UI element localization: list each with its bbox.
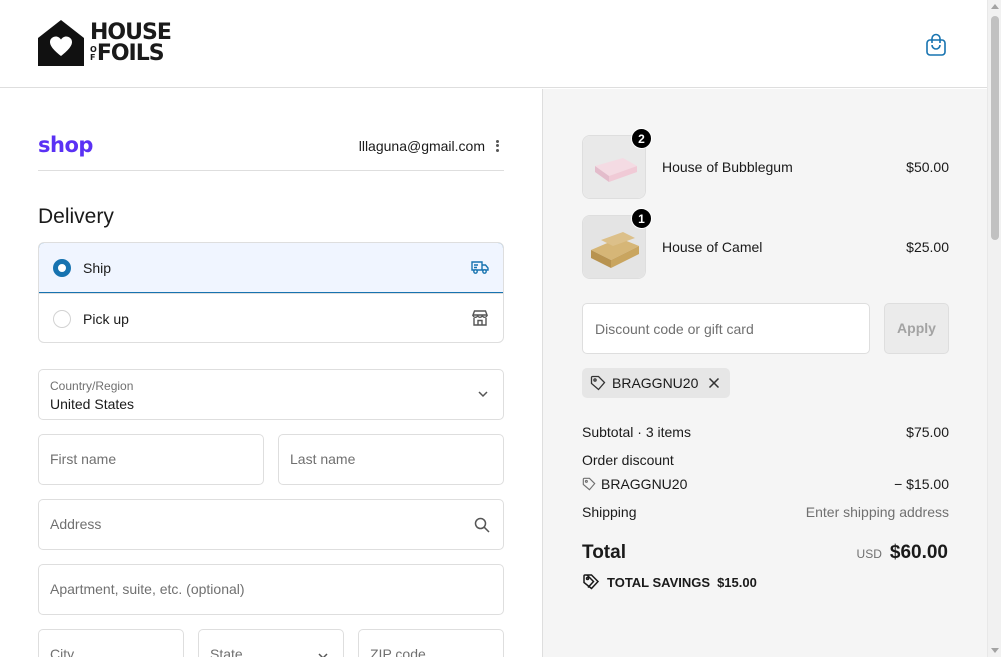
zip-placeholder: ZIP code (370, 646, 426, 657)
delivery-option-label: Ship (83, 259, 112, 276)
house-of-foils-logo[interactable]: HOUSE O F FOILS (38, 20, 172, 66)
product-name: House of Camel (662, 239, 763, 255)
search-icon (474, 517, 490, 533)
shop-pay-logo: shop (38, 133, 93, 157)
shop-account-row: shop lllaguna@gmail.com (38, 133, 504, 171)
tag-icon (582, 477, 596, 491)
remove-discount-icon[interactable] (708, 377, 720, 389)
scroll-up-arrow-icon[interactable] (991, 4, 999, 9)
total-savings-row: TOTAL SAVINGS $15.00 (582, 573, 757, 591)
house-heart-icon (38, 20, 84, 66)
scroll-thumb[interactable] (991, 16, 999, 240)
discount-code-line: BRAGGNU20 (582, 476, 687, 492)
chevron-down-icon (478, 391, 488, 398)
store-icon (471, 310, 489, 326)
checkout-form-column: shop lllaguna@gmail.com Delivery Ship Pi… (0, 89, 542, 657)
discount-placeholder: Discount code or gift card (595, 321, 754, 337)
quantity-badge: 2 (631, 128, 652, 149)
subtotal-label: Subtotal · 3 items (582, 424, 691, 440)
country-label: Country/Region (50, 379, 134, 393)
first-name-placeholder: First name (50, 451, 117, 467)
apartment-placeholder: Apartment, suite, etc. (optional) (50, 581, 245, 597)
quantity-badge: 1 (631, 208, 652, 229)
tag-icon (590, 375, 606, 391)
applied-discount-code: BRAGGNU20 (612, 375, 699, 391)
product-name: House of Bubblegum (662, 159, 793, 175)
order-summary: 2 House of Bubblegum $50.00 1 House of C… (542, 89, 987, 657)
shipping-label: Shipping (582, 504, 637, 520)
page-scrollbar[interactable] (987, 0, 1001, 657)
radio-selected-icon[interactable] (53, 258, 71, 277)
subtotal-value: $75.00 (906, 424, 949, 440)
savings-tag-icon (583, 574, 600, 590)
cart-line-item: 2 House of Bubblegum $50.00 (582, 128, 949, 199)
state-select[interactable]: State (198, 629, 344, 657)
country-value: United States (50, 396, 135, 412)
savings-value: $15.00 (717, 574, 757, 590)
cart-line-item: 1 House of Camel $25.00 (582, 208, 949, 279)
total-value: $60.00 (889, 542, 948, 563)
logo-line-foils: FOILS (96, 41, 165, 66)
apply-discount-button[interactable]: Apply (884, 303, 949, 354)
savings-label: TOTAL SAVINGS (607, 574, 711, 590)
city-placeholder: City (50, 646, 75, 657)
total-amount-group: USD $60.00 (857, 542, 948, 564)
scroll-down-arrow-icon[interactable] (991, 648, 999, 653)
more-options-icon[interactable] (494, 138, 500, 154)
delivery-heading: Delivery (38, 205, 114, 228)
delivery-option-ship[interactable]: Ship (39, 243, 503, 293)
zip-field[interactable]: ZIP code (358, 629, 504, 657)
account-email: lllaguna@gmail.com (358, 138, 485, 154)
product-price: $50.00 (906, 159, 949, 175)
delivery-method-group: Ship Pick up (38, 242, 504, 343)
logo-line-house: HOUSE (90, 20, 172, 45)
first-name-field[interactable]: First name (38, 434, 264, 485)
order-discount-label: Order discount (582, 452, 674, 468)
shopping-bag-icon[interactable] (925, 33, 947, 57)
state-placeholder: State (210, 646, 243, 657)
radio-unselected-icon[interactable] (53, 309, 71, 328)
address-placeholder: Address (50, 516, 102, 532)
total-label: Total (582, 542, 626, 563)
address-field[interactable]: Address (38, 499, 504, 550)
logo-wordmark: HOUSE O F FOILS (90, 20, 172, 66)
last-name-placeholder: Last name (290, 451, 356, 467)
site-header: HOUSE O F FOILS (0, 0, 987, 88)
discount-code-text: BRAGGNU20 (601, 476, 688, 492)
chevron-down-icon (318, 653, 328, 657)
applied-discount-chip: BRAGGNU20 (582, 368, 731, 398)
truck-icon (471, 261, 489, 274)
currency-code: USD (856, 547, 882, 561)
discount-code-input[interactable]: Discount code or gift card (582, 303, 870, 354)
delivery-option-label: Pick up (83, 310, 129, 327)
last-name-field[interactable]: Last name (278, 434, 504, 485)
apartment-field[interactable]: Apartment, suite, etc. (optional) (38, 564, 504, 615)
discount-value: − $15.00 (894, 476, 949, 492)
country-select[interactable]: Country/Region United States (38, 369, 504, 420)
logo-of-f: F (90, 52, 95, 62)
product-price: $25.00 (906, 239, 949, 255)
shipping-value: Enter shipping address (805, 504, 949, 520)
delivery-option-pickup[interactable]: Pick up (39, 293, 503, 342)
city-field[interactable]: City (38, 629, 184, 657)
